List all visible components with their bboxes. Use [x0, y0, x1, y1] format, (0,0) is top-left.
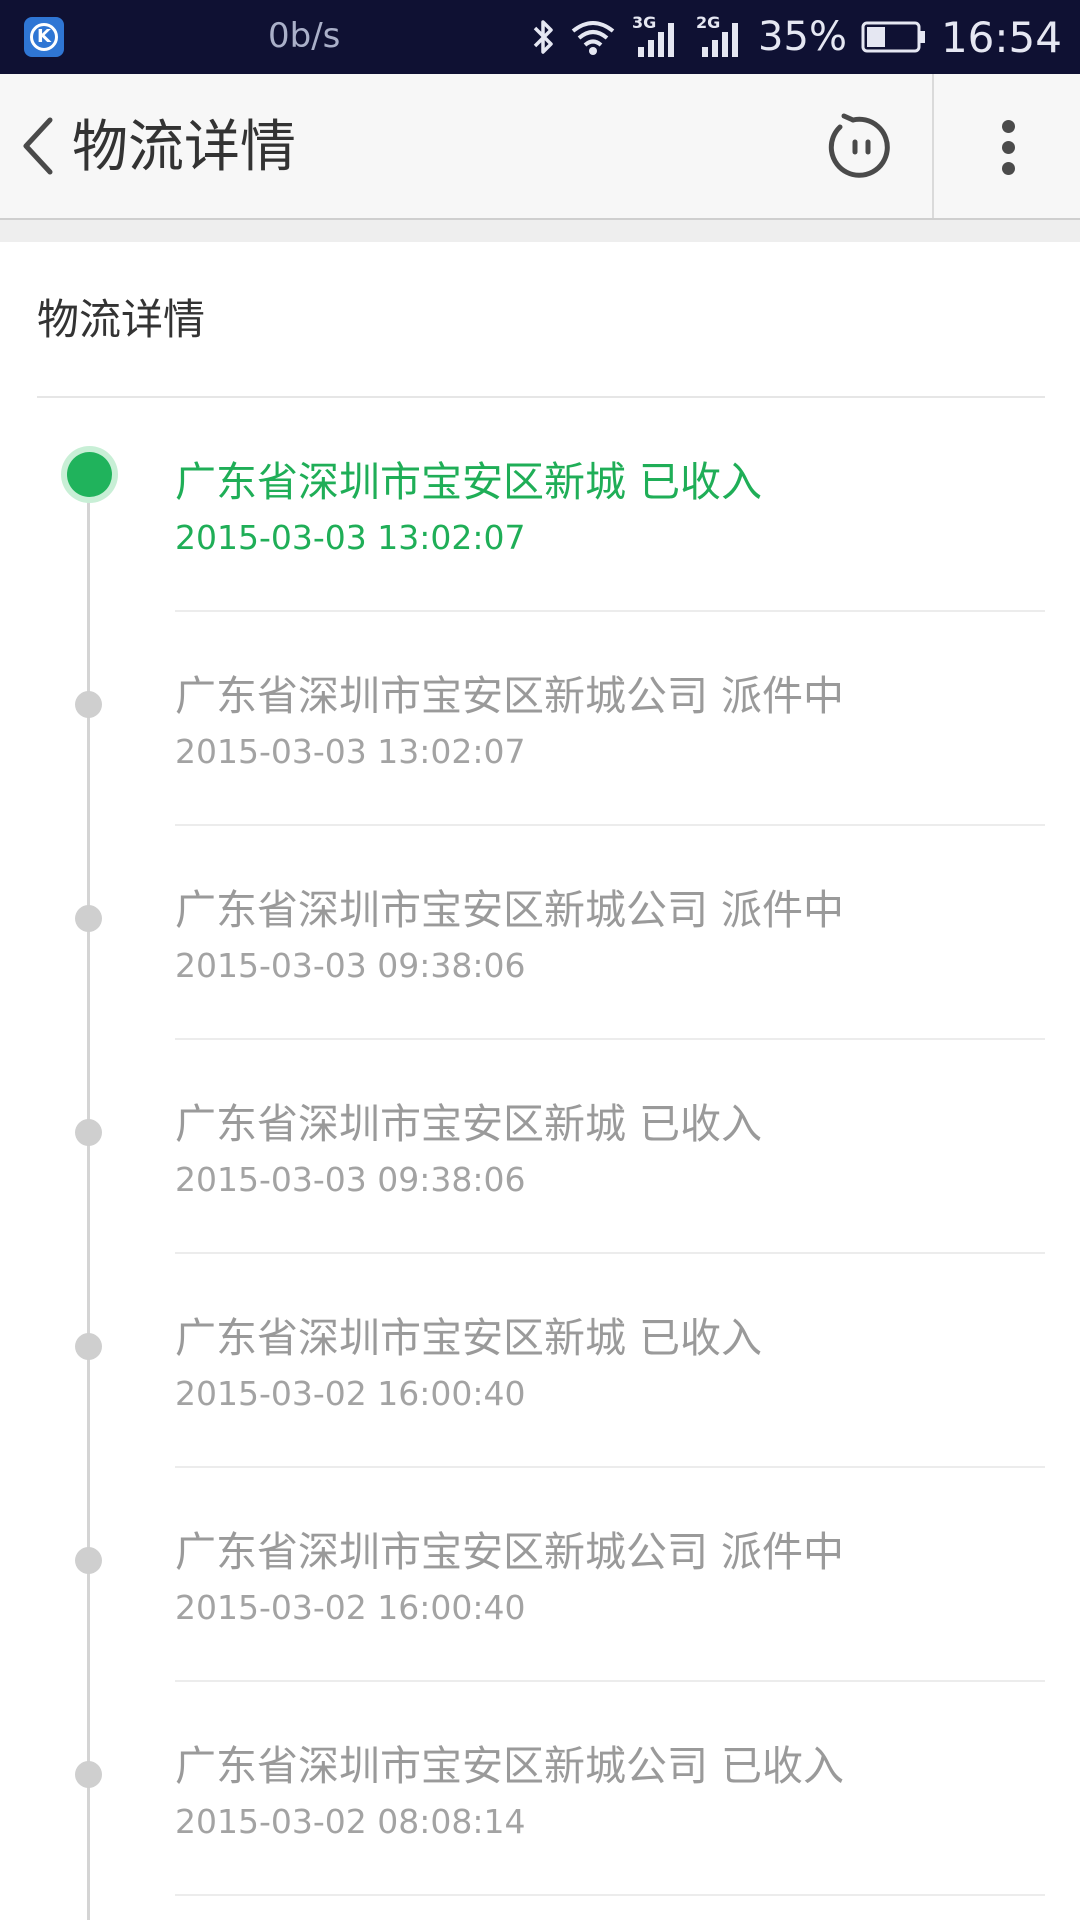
status-bar: K 0b/s 3G 2G 35% 16:54	[0, 0, 1080, 74]
timeline-entry: 广东省深圳市宝安区新城公司 派件中 2015-03-02 16:00:40	[0, 1502, 1080, 1716]
entry-status-text: 广东省深圳市宝安区新城 已收入	[175, 1314, 763, 1362]
entry-status-text: 广东省深圳市宝安区新城公司 已收入	[175, 1742, 845, 1790]
more-vertical-icon	[1001, 116, 1015, 179]
timeline-dot	[75, 1333, 102, 1360]
timeline-entry: 广东省深圳市宝安区新城公司 派件中 2015-03-03 13:02:07	[0, 646, 1080, 860]
timeline-dot	[75, 1119, 102, 1146]
timeline-dot	[75, 691, 102, 718]
app-bar-divider	[932, 74, 934, 218]
entry-divider	[175, 1252, 1045, 1254]
robot-face-icon	[828, 113, 890, 178]
entry-timestamp: 2015-03-02 16:00:40	[175, 1588, 526, 1627]
chevron-left-icon	[23, 117, 53, 175]
entry-divider	[175, 1466, 1045, 1468]
assistant-button[interactable]	[826, 112, 896, 182]
entry-timestamp: 2015-03-03 13:02:07	[175, 732, 526, 771]
network-2g-label: 2G	[696, 13, 721, 32]
section-divider	[37, 396, 1045, 398]
timeline-dot-current	[67, 452, 112, 497]
entry-timestamp: 2015-03-02 16:00:40	[175, 1374, 526, 1413]
timeline-entry: 广东省深圳市宝安区新城 已收入 2015-03-03 09:38:06	[0, 1074, 1080, 1288]
timeline-dot	[75, 905, 102, 932]
entry-status-text: 广东省深圳市宝安区新城公司 派件中	[175, 886, 845, 934]
entry-status-text: 广东省深圳市宝安区新城公司 派件中	[175, 672, 845, 720]
header-separator	[0, 220, 1080, 242]
entry-timestamp: 2015-03-02 08:08:14	[175, 1802, 526, 1841]
battery-percent: 35%	[758, 14, 847, 60]
network-3g-label: 3G	[632, 13, 657, 32]
entry-divider	[175, 1894, 1045, 1896]
timeline-dot	[75, 1761, 102, 1788]
entry-divider	[175, 824, 1045, 826]
section-title: 物流详情	[37, 295, 206, 344]
clock: 16:54	[940, 12, 1062, 62]
timeline-entry: 广东省深圳市宝安区新城 已收入 2015-03-02 16:00:40	[0, 1288, 1080, 1502]
entry-status-text: 广东省深圳市宝安区新城 已收入	[175, 458, 763, 506]
entry-timestamp: 2015-03-03 09:38:06	[175, 1160, 526, 1199]
back-button[interactable]	[10, 108, 66, 184]
entry-timestamp: 2015-03-03 09:38:06	[175, 946, 526, 985]
timeline-dot	[75, 1547, 102, 1574]
more-options-button[interactable]	[975, 114, 1041, 180]
battery-icon	[861, 19, 927, 55]
entry-divider	[175, 610, 1045, 612]
network-speed: 0b/s	[268, 16, 341, 56]
entry-status-text: 广东省深圳市宝安区新城 已收入	[175, 1100, 763, 1148]
entry-divider	[175, 1038, 1045, 1040]
app-notification-icon: K	[24, 17, 64, 57]
page-title: 物流详情	[72, 115, 296, 180]
status-icons: 3G 2G 35% 16:54	[516, 10, 1062, 64]
wifi-icon	[570, 17, 616, 57]
bluetooth-icon	[530, 17, 556, 57]
app-bar: 物流详情	[0, 74, 1080, 220]
timeline-entry: 广东省深圳市宝安区新城公司 已收入 2015-03-02 08:08:14	[0, 1716, 1080, 1930]
signal-3g-icon: 3G	[630, 13, 680, 59]
timeline-entry: 广东省深圳市宝安区新城公司 派件中 2015-03-03 09:38:06	[0, 860, 1080, 1074]
timeline-entry: 广东省深圳市宝安区新城 已收入 2015-03-03 13:02:07	[0, 432, 1080, 646]
entry-divider	[175, 1680, 1045, 1682]
signal-2g-icon: 2G	[694, 13, 744, 59]
entry-timestamp: 2015-03-03 13:02:07	[175, 518, 526, 557]
app-icon-letter: K	[30, 23, 58, 51]
entry-status-text: 广东省深圳市宝安区新城公司 派件中	[175, 1528, 845, 1576]
